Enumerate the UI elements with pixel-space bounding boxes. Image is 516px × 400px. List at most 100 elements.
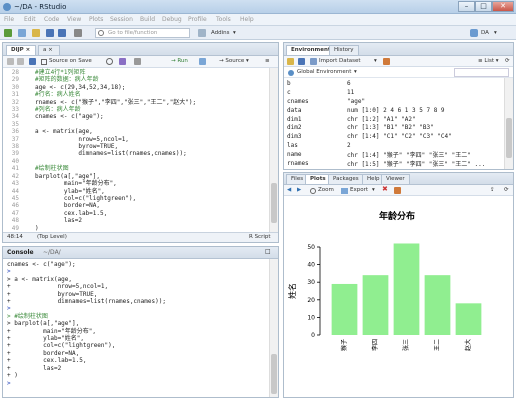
clear-broom-icon[interactable]: [394, 187, 401, 194]
new-project-icon[interactable]: [18, 29, 26, 37]
environment-row[interactable]: cnames "age": [284, 97, 485, 106]
back-icon[interactable]: [7, 58, 14, 65]
load-workspace-icon[interactable]: [287, 58, 294, 65]
code-line: dimnames=list(rnames,cnames));: [35, 150, 187, 158]
file-type-indicator[interactable]: R Script: [249, 234, 271, 240]
code-line: barplot(a[,"age"],: [35, 172, 101, 180]
menu-tools[interactable]: Tools: [216, 16, 231, 23]
forward-icon[interactable]: [17, 58, 24, 65]
y-tick-label: 0: [311, 332, 315, 339]
export-button[interactable]: Export: [350, 186, 368, 195]
scope-indicator[interactable]: (Top Level): [37, 234, 67, 240]
project-icon: [470, 29, 478, 37]
environment-row[interactable]: c 11: [284, 88, 485, 97]
environment-row[interactable]: name chr [1:4] "猴子" "李四" "张三" "王二": [284, 150, 485, 159]
run-label: Run: [177, 58, 188, 64]
save-workspace-icon[interactable]: [298, 58, 305, 65]
project-menu[interactable]: DA: [481, 29, 489, 38]
console-output[interactable]: cnames <- c("age"); > > a <- matrix(age, + …: [7, 261, 269, 397]
environment-scroll-thumb[interactable]: [506, 118, 512, 158]
remove-plot-icon[interactable]: ✖: [382, 185, 388, 194]
environment-search-input[interactable]: [454, 68, 509, 77]
editor-scroll-thumb[interactable]: [271, 183, 277, 223]
environment-row[interactable]: las 2: [284, 141, 485, 150]
menu-file[interactable]: File: [4, 16, 14, 23]
console-scrollbar[interactable]: [269, 259, 278, 397]
tab-packages[interactable]: Packages: [328, 174, 364, 184]
tab-history[interactable]: History: [329, 45, 359, 55]
environment-row[interactable]: data num [1:0] 2 4 6 1 3 5 7 8 9: [284, 106, 485, 115]
save-icon[interactable]: [29, 58, 36, 65]
rstudio-logo-icon: [3, 3, 11, 11]
menu-view[interactable]: View: [67, 16, 81, 23]
refresh-icon[interactable]: ⟳: [504, 186, 509, 195]
line-number: 29: [11, 76, 19, 84]
menu-session[interactable]: Session: [110, 16, 133, 23]
goto-file-input[interactable]: Go to file/function: [95, 28, 190, 38]
editor-scrollbar[interactable]: [269, 68, 278, 233]
console-scroll-thumb[interactable]: [271, 354, 277, 394]
environment-row[interactable]: b6: [284, 79, 485, 88]
menu-help[interactable]: Help: [240, 16, 254, 23]
menu-plots[interactable]: Plots: [89, 16, 103, 23]
variable-value: chr [1:4] "猴子" "李四" "张三" "王二": [347, 152, 471, 160]
zoom-button[interactable]: Zoom: [318, 186, 334, 195]
tab-plots[interactable]: Plots: [305, 174, 331, 184]
new-file-icon[interactable]: [4, 29, 12, 37]
workspace-panes-icon[interactable]: [198, 29, 206, 37]
scope-selector[interactable]: Global Environment: [297, 68, 351, 77]
search-icon[interactable]: [106, 58, 113, 65]
refresh-icon[interactable]: ⟳: [505, 57, 510, 66]
source-on-save-checkbox[interactable]: [41, 59, 47, 65]
environment-row[interactable]: dim3 chr [1:4] "C1" "C2" "C3" "C4": [284, 132, 485, 141]
environment-row[interactable]: dim1 chr [1:2] "A1" "A2": [284, 115, 485, 124]
menu-edit[interactable]: Edit: [24, 16, 36, 23]
next-plot-icon[interactable]: ▶: [297, 186, 301, 195]
environment-row[interactable]: dim2 chr [1:3] "B1" "B2" "B3": [284, 123, 485, 132]
previous-plot-icon[interactable]: ◀: [287, 186, 291, 195]
variable-name: data: [287, 106, 302, 114]
outline-icon[interactable]: ≡: [265, 57, 270, 66]
code-tools-icon[interactable]: [119, 58, 126, 65]
maximize-pane-icon[interactable]: □: [265, 248, 271, 255]
editor-tab-a[interactable]: a ×: [38, 45, 60, 55]
line-number: 41: [11, 165, 19, 173]
source-button[interactable]: → Source ▾: [219, 57, 249, 66]
run-button[interactable]: → Run: [171, 57, 188, 66]
close-button[interactable]: ✕: [492, 1, 514, 12]
y-tick-label: 50: [307, 244, 315, 251]
console-line: + ylab="姓名",: [7, 335, 85, 343]
console-path[interactable]: ~/DA/: [43, 249, 61, 256]
menu-profile[interactable]: Profile: [188, 16, 207, 23]
console-tab[interactable]: Console: [7, 249, 34, 256]
addins-menu[interactable]: Addins: [211, 29, 230, 38]
editor-status-bar: 48:14 (Top Level) R Script: [3, 232, 278, 242]
maximize-button[interactable]: □: [475, 1, 492, 12]
import-dataset-button[interactable]: Import Dataset: [319, 57, 361, 66]
menu-code[interactable]: Code: [44, 16, 59, 23]
x-tick-label: 赵大: [464, 339, 472, 351]
menu-debug[interactable]: Debug: [162, 16, 182, 23]
print-icon[interactable]: [74, 29, 82, 37]
menu-build[interactable]: Build: [140, 16, 155, 23]
variable-value: 2: [347, 142, 351, 150]
list-view-button[interactable]: ≡ List ▾: [478, 57, 499, 66]
environment-row[interactable]: rnames chr [1:5] "猴子" "李四" "张三" "王二" ...: [284, 159, 485, 168]
clear-broom-icon[interactable]: [383, 58, 390, 65]
code-area[interactable]: 28 29 30 31 32 33 34 35 36 37 38 39 40 41 42 43 44 45 46 47…: [3, 68, 267, 233]
minimize-button[interactable]: –: [458, 1, 475, 12]
editor-tab-dijp[interactable]: DIJP ×: [6, 45, 36, 55]
line-number: 44: [11, 187, 19, 195]
save-icon[interactable]: [46, 29, 54, 37]
environment-scrollbar[interactable]: [504, 78, 513, 169]
rerun-icon[interactable]: [199, 58, 206, 65]
console-pane: Console ~/DA/ □ cnames <- c("age"); > > a …: [2, 246, 279, 398]
save-all-icon[interactable]: [58, 29, 66, 37]
open-file-icon[interactable]: [32, 29, 40, 37]
compile-report-icon[interactable]: [134, 58, 141, 65]
publish-icon[interactable]: ⇪: [490, 186, 495, 195]
tab-viewer[interactable]: Viewer: [381, 174, 410, 184]
variable-value: chr [1:4] "C1" "C2" "C3" "C4": [347, 133, 452, 141]
bar: [331, 283, 358, 335]
